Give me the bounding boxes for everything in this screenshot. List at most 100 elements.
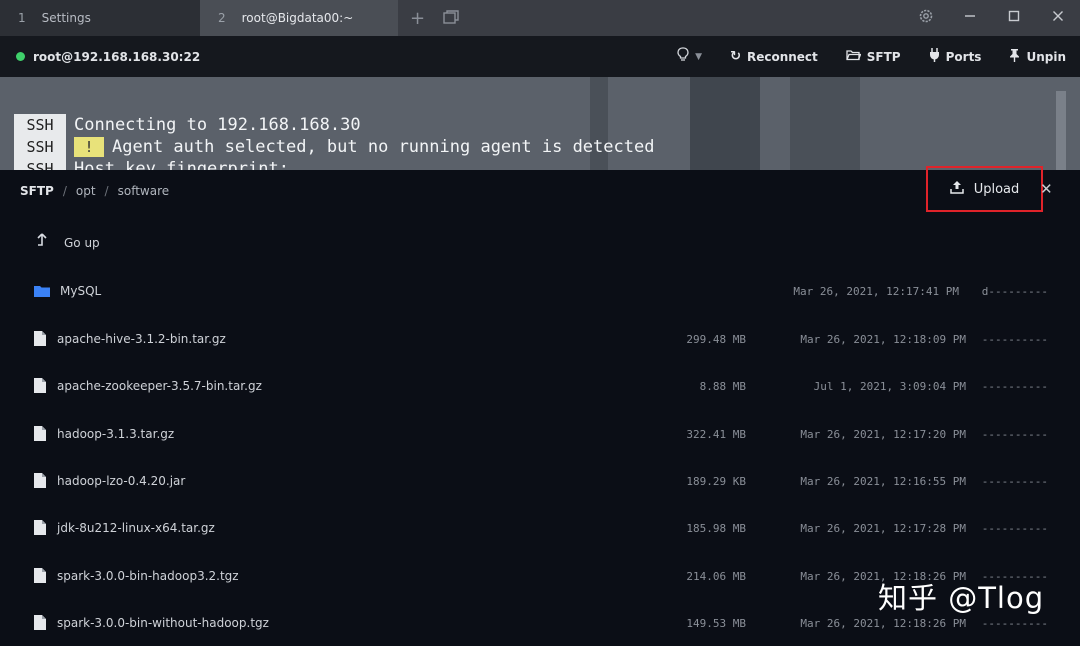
connection-actions: ▼ ↻ Reconnect SFTP Ports Unpin bbox=[649, 36, 1066, 77]
breadcrumb: SFTP / opt / software bbox=[20, 184, 169, 198]
list-item[interactable]: apache-zookeeper-3.5.7-bin.tar.gz 8.88 M… bbox=[0, 371, 1080, 401]
ports-button[interactable]: Ports bbox=[929, 47, 982, 66]
list-item[interactable]: apache-hive-3.1.2-bin.tar.gz 299.48 MB M… bbox=[0, 324, 1080, 354]
plug-icon bbox=[929, 47, 940, 66]
ports-label: Ports bbox=[945, 49, 982, 64]
file-name: spark-3.0.0-bin-hadoop3.2.tgz bbox=[57, 569, 239, 583]
upload-button[interactable]: Upload bbox=[926, 166, 1043, 212]
terminal-background-shape bbox=[790, 77, 860, 170]
tab-label: Settings bbox=[41, 11, 91, 25]
list-item[interactable]: jdk-8u212-linux-x64.tar.gz 185.98 MB Mar… bbox=[0, 513, 1080, 543]
file-permissions: ---------- bbox=[981, 332, 1048, 346]
ssh-tag: SSH bbox=[14, 158, 66, 170]
ssh-tag: SSH bbox=[14, 114, 66, 136]
sftp-button[interactable]: SFTP bbox=[846, 49, 901, 65]
upload-icon bbox=[949, 180, 964, 198]
file-date: Mar 26, 2021, 12:16:55 PM bbox=[800, 474, 966, 488]
breadcrumb-item[interactable]: opt bbox=[76, 184, 96, 198]
terminal-background-shape bbox=[690, 77, 760, 170]
connection-bar: root@192.168.168.30:22 ▼ ↻ Reconnect SFT… bbox=[0, 36, 1080, 77]
file-name: hadoop-3.1.3.tar.gz bbox=[57, 427, 175, 441]
file-name: MySQL bbox=[60, 284, 102, 298]
file-size: 189.29 KB bbox=[686, 474, 746, 488]
file-date: Mar 26, 2021, 12:17:20 PM bbox=[800, 427, 966, 441]
file-size: 214.06 MB bbox=[686, 569, 746, 583]
file-size: 299.48 MB bbox=[686, 332, 746, 346]
tab-number: 1 bbox=[18, 11, 26, 25]
file-icon bbox=[34, 614, 48, 632]
file-icon bbox=[34, 472, 48, 490]
tab-settings[interactable]: 1 Settings bbox=[0, 0, 200, 36]
maximize-icon[interactable] bbox=[992, 10, 1036, 26]
file-name: hadoop-lzo-0.4.20.jar bbox=[57, 474, 186, 488]
terminal-line: SSH ! Agent auth selected, but no runnin… bbox=[14, 136, 654, 158]
breadcrumb-separator: / bbox=[104, 184, 109, 198]
plus-icon[interactable]: + bbox=[410, 8, 425, 29]
arrow-up-icon bbox=[36, 233, 48, 253]
file-name: jdk-8u212-linux-x64.tar.gz bbox=[57, 521, 215, 535]
upload-label: Upload bbox=[973, 181, 1020, 197]
file-icon bbox=[34, 519, 48, 537]
file-name: spark-3.0.0-bin-without-hadoop.tgz bbox=[57, 616, 269, 630]
folder-open-icon bbox=[846, 49, 862, 65]
go-up-row[interactable]: Go up bbox=[0, 228, 1080, 258]
tab-number: 2 bbox=[218, 11, 226, 25]
file-size: 149.53 MB bbox=[686, 616, 746, 630]
unpin-label: Unpin bbox=[1026, 49, 1066, 64]
terminal-line-text: Agent auth selected, but no running agen… bbox=[112, 137, 655, 157]
file-date: Jul 1, 2021, 3:09:04 PM bbox=[813, 379, 966, 393]
minimize-icon[interactable] bbox=[948, 10, 992, 26]
reconnect-button[interactable]: ↻ Reconnect bbox=[730, 49, 818, 64]
file-icon bbox=[34, 377, 48, 395]
pin-icon bbox=[1009, 48, 1020, 66]
close-icon[interactable] bbox=[1036, 10, 1080, 26]
warning-tag: ! bbox=[74, 137, 104, 157]
ssh-tag: SSH bbox=[14, 136, 66, 158]
breadcrumb-root[interactable]: SFTP bbox=[20, 184, 54, 198]
list-item[interactable]: hadoop-3.1.3.tar.gz 322.41 MB Mar 26, 20… bbox=[0, 419, 1080, 449]
gear-icon[interactable] bbox=[904, 8, 948, 28]
connection-host: root@192.168.168.30:22 bbox=[33, 49, 201, 64]
list-item[interactable]: MySQL Mar 26, 2021, 12:17:41 PM d-------… bbox=[0, 276, 1080, 306]
file-permissions: d--------- bbox=[981, 284, 1048, 298]
terminal-line: SSH Connecting to 192.168.168.30 bbox=[14, 114, 361, 136]
terminal-output[interactable]: SSH Connecting to 192.168.168.30 SSH ! A… bbox=[0, 77, 1080, 170]
tab-terminal[interactable]: 2 root@Bigdata00:~ bbox=[200, 0, 398, 36]
close-sftp-icon[interactable]: ✕ bbox=[1040, 180, 1053, 198]
file-date: Mar 26, 2021, 12:18:09 PM bbox=[800, 332, 966, 346]
file-date: Mar 26, 2021, 12:18:26 PM bbox=[800, 616, 966, 630]
terminal-line-text: Host key fingerprint: bbox=[74, 159, 289, 170]
chevron-down-icon: ▼ bbox=[695, 51, 703, 62]
file-name: apache-hive-3.1.2-bin.tar.gz bbox=[57, 332, 226, 346]
file-size: 322.41 MB bbox=[686, 427, 746, 441]
file-permissions: ---------- bbox=[981, 474, 1048, 488]
file-date: Mar 26, 2021, 12:17:41 PM bbox=[793, 284, 959, 298]
breadcrumb-item[interactable]: software bbox=[118, 184, 170, 198]
file-size: 8.88 MB bbox=[699, 379, 746, 393]
tab-actions: + bbox=[398, 0, 477, 36]
folder-icon bbox=[34, 283, 50, 300]
file-permissions: ---------- bbox=[981, 379, 1048, 393]
reconnect-label: Reconnect bbox=[746, 49, 818, 64]
file-icon bbox=[34, 567, 48, 585]
file-permissions: ---------- bbox=[981, 521, 1048, 535]
breadcrumb-separator: / bbox=[62, 184, 67, 198]
go-up-label: Go up bbox=[64, 236, 100, 250]
terminal-line-text: Connecting to 192.168.168.30 bbox=[74, 115, 361, 135]
connection-status-dot bbox=[16, 52, 25, 61]
file-icon bbox=[34, 330, 48, 348]
unpin-button[interactable]: Unpin bbox=[1009, 48, 1066, 66]
window-icon[interactable] bbox=[443, 8, 459, 29]
watermark: 知乎 @Tlog bbox=[878, 581, 1045, 615]
file-date: Mar 26, 2021, 12:17:28 PM bbox=[800, 521, 966, 535]
file-name: apache-zookeeper-3.5.7-bin.tar.gz bbox=[57, 379, 262, 393]
window-controls bbox=[904, 0, 1080, 36]
file-permissions: ---------- bbox=[981, 427, 1048, 441]
terminal-line: SSH Host key fingerprint: bbox=[14, 158, 289, 170]
theme-dropdown[interactable]: ▼ bbox=[677, 47, 702, 66]
list-item[interactable]: hadoop-lzo-0.4.20.jar 189.29 KB Mar 26, … bbox=[0, 466, 1080, 496]
tab-bar: 1 Settings 2 root@Bigdata00:~ + bbox=[0, 0, 1080, 36]
terminal-scrollbar[interactable] bbox=[1056, 91, 1066, 170]
reconnect-icon: ↻ bbox=[730, 49, 741, 64]
file-permissions: ---------- bbox=[981, 616, 1048, 630]
